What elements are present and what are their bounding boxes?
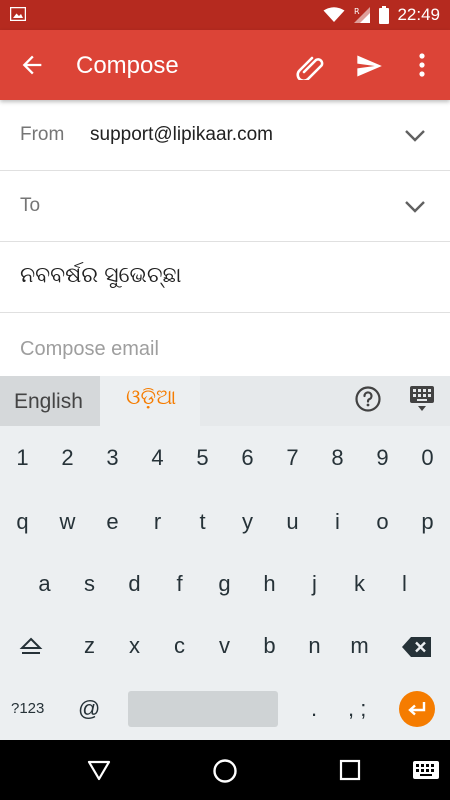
key-h[interactable]: h xyxy=(247,555,292,613)
keyboard-hide-icon[interactable] xyxy=(409,385,435,413)
key-6[interactable]: 6 xyxy=(225,429,270,487)
keyboard-switch-icon[interactable] xyxy=(413,761,439,779)
system-nav-bar xyxy=(0,740,450,800)
more-vert-icon[interactable] xyxy=(412,50,432,80)
enter-icon xyxy=(408,702,426,716)
lang-odia-label: ଓଡ଼ିଆ xyxy=(126,386,177,409)
key-m[interactable]: m xyxy=(337,617,382,675)
status-time: 22:49 xyxy=(397,5,440,24)
keyboard-toolbar: English ଓଡ଼ିଆ xyxy=(0,376,450,426)
compose-body-field[interactable]: Compose email xyxy=(0,313,450,376)
chevron-down-icon[interactable] xyxy=(404,200,426,214)
help-icon[interactable] xyxy=(354,385,382,413)
key-i[interactable]: i xyxy=(315,493,360,551)
lang-english-label: English xyxy=(14,390,83,413)
key-w[interactable]: w xyxy=(45,493,90,551)
screen: R 22:49 Compose From support@lipikaar.co… xyxy=(0,0,450,800)
from-label: From xyxy=(20,124,65,145)
backspace-icon[interactable] xyxy=(401,635,433,659)
key-2[interactable]: 2 xyxy=(45,429,90,487)
svg-text:R: R xyxy=(354,7,360,16)
key-g[interactable]: g xyxy=(202,555,247,613)
from-row[interactable]: From support@lipikaar.com xyxy=(0,100,450,171)
keyboard-bottom-row: ?123 @ . , ; xyxy=(0,680,450,738)
key-0[interactable]: 0 xyxy=(405,429,450,487)
key-b[interactable]: b xyxy=(247,617,292,675)
key-comma-semicolon[interactable]: , ; xyxy=(348,680,366,738)
nav-home-icon[interactable] xyxy=(212,758,238,784)
lang-odia-tab[interactable]: ଓଡ଼ିଆ xyxy=(100,376,200,426)
key-l[interactable]: l xyxy=(382,555,427,613)
enter-button[interactable] xyxy=(399,691,435,727)
key-a[interactable]: a xyxy=(22,555,67,613)
key-d[interactable]: d xyxy=(112,555,157,613)
letter-row-z: z x c v b n m xyxy=(0,617,450,675)
symbols-key[interactable]: ?123 xyxy=(11,680,44,738)
key-u[interactable]: u xyxy=(270,493,315,551)
key-p[interactable]: p xyxy=(405,493,450,551)
keyboard: English ଓଡ଼ିଆ 1 2 3 4 5 6 7 8 9 0 q w e … xyxy=(0,376,450,740)
key-k[interactable]: k xyxy=(337,555,382,613)
key-1[interactable]: 1 xyxy=(0,429,45,487)
shift-icon[interactable] xyxy=(18,633,44,659)
key-x[interactable]: x xyxy=(112,617,157,675)
key-9[interactable]: 9 xyxy=(360,429,405,487)
subject-text[interactable]: ନବବର୍ଷର ସୁଭେଚ୍ଛା xyxy=(20,262,181,288)
key-s[interactable]: s xyxy=(67,555,112,613)
key-e[interactable]: e xyxy=(90,493,135,551)
battery-icon xyxy=(379,6,390,24)
subject-field[interactable]: ନବବର୍ଷର ସୁଭେଚ୍ଛା xyxy=(0,242,450,313)
attach-icon[interactable] xyxy=(294,52,326,80)
key-n[interactable]: n xyxy=(292,617,337,675)
status-icons: R 22:49 xyxy=(323,0,440,30)
key-z[interactable]: z xyxy=(67,617,112,675)
key-c[interactable]: c xyxy=(157,617,202,675)
key-t[interactable]: t xyxy=(180,493,225,551)
key-3[interactable]: 3 xyxy=(90,429,135,487)
key-v[interactable]: v xyxy=(202,617,247,675)
letter-row-q: q w e r t y u i o p xyxy=(0,493,450,551)
to-label: To xyxy=(20,195,41,216)
key-r[interactable]: r xyxy=(135,493,180,551)
spacebar[interactable] xyxy=(128,691,278,727)
chevron-down-icon[interactable] xyxy=(404,129,426,143)
status-bar: R 22:49 xyxy=(0,0,450,30)
send-icon[interactable] xyxy=(354,52,384,80)
letter-row-a: a s d f g h j k l xyxy=(0,555,450,613)
key-f[interactable]: f xyxy=(157,555,202,613)
key-8[interactable]: 8 xyxy=(315,429,360,487)
signal-icon: R xyxy=(354,7,371,23)
back-arrow-icon[interactable] xyxy=(18,51,46,79)
number-row: 1 2 3 4 5 6 7 8 9 0 xyxy=(0,429,450,487)
key-7[interactable]: 7 xyxy=(270,429,315,487)
compose-body-placeholder: Compose email xyxy=(20,338,159,360)
nav-recents-icon[interactable] xyxy=(339,759,361,781)
wifi-icon xyxy=(323,7,345,22)
page-title: Compose xyxy=(76,52,179,79)
key-j[interactable]: j xyxy=(292,555,337,613)
lang-english-tab[interactable]: English xyxy=(0,376,100,426)
to-row[interactable]: To xyxy=(0,171,450,242)
key-y[interactable]: y xyxy=(225,493,270,551)
image-icon xyxy=(10,7,26,21)
key-q[interactable]: q xyxy=(0,493,45,551)
key-5[interactable]: 5 xyxy=(180,429,225,487)
from-address[interactable]: support@lipikaar.com xyxy=(90,124,273,146)
key-4[interactable]: 4 xyxy=(135,429,180,487)
nav-back-icon[interactable] xyxy=(87,758,111,782)
app-bar: Compose xyxy=(0,30,450,100)
key-at[interactable]: @ xyxy=(78,680,100,738)
key-period[interactable]: . xyxy=(311,680,317,738)
key-o[interactable]: o xyxy=(360,493,405,551)
